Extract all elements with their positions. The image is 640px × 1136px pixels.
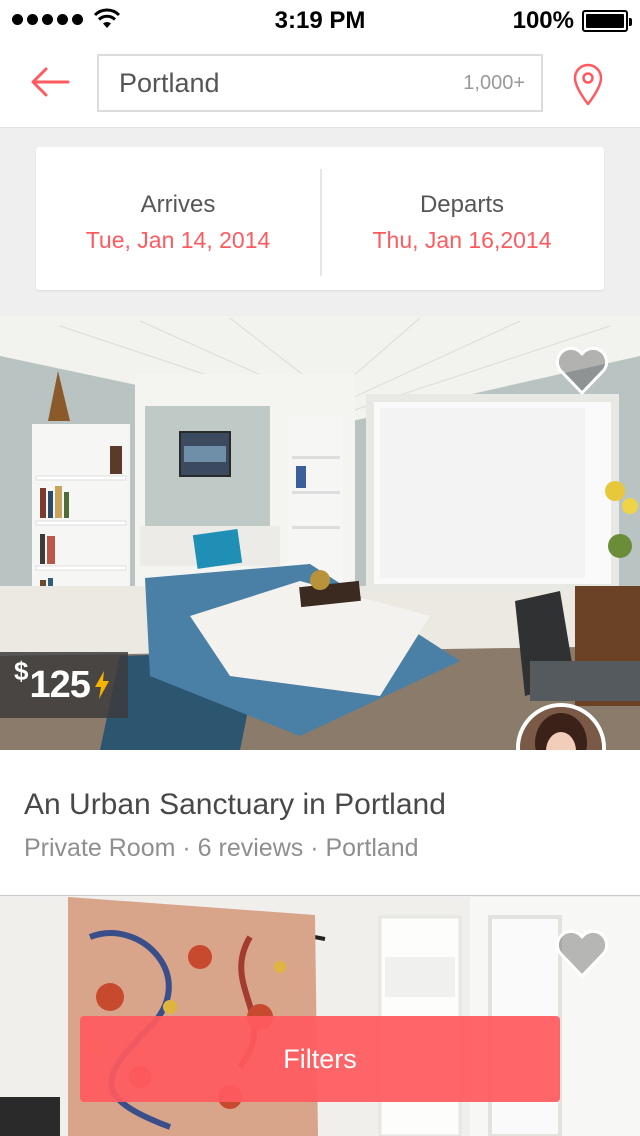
search-box[interactable]: 1,000+	[97, 54, 543, 112]
dates-card: Arrives Tue, Jan 14, 2014 Departs Thu, J…	[36, 147, 604, 290]
listing-title[interactable]: An Urban Sanctuary in Portland	[24, 788, 446, 822]
departs-label: Departs	[419, 191, 505, 218]
price-value: 125	[29, 663, 90, 706]
price-tag: $125	[0, 652, 128, 718]
currency-symbol: $	[14, 655, 29, 686]
battery-percent: 100%	[512, 7, 574, 34]
listing-meta: Private Room · 6 reviews · Portland	[24, 834, 419, 862]
status-bar: 3:19 PM 100%	[0, 0, 640, 40]
departs-value: Thu, Jan 16,2014	[372, 227, 552, 253]
battery-icon	[582, 10, 632, 32]
departs-date-picker[interactable]: Departs Thu, Jan 16,2014	[320, 147, 604, 290]
map-pin-icon[interactable]	[572, 62, 604, 106]
arrives-label: Arrives	[140, 191, 216, 218]
arrives-value: Tue, Jan 14, 2014	[85, 227, 271, 253]
filters-button[interactable]: Filters	[80, 1016, 560, 1102]
listing-info[interactable]: An Urban Sanctuary in Portland Private R…	[0, 750, 640, 896]
status-right: 100%	[512, 7, 632, 35]
search-header: 1,000+	[0, 40, 640, 128]
lightning-bolt-icon	[94, 671, 109, 699]
heart-icon[interactable]	[554, 929, 610, 979]
search-input[interactable]	[119, 56, 439, 110]
arrives-date-picker[interactable]: Arrives Tue, Jan 14, 2014	[36, 147, 320, 290]
heart-icon[interactable]	[554, 346, 610, 396]
back-arrow-icon[interactable]	[28, 62, 72, 102]
search-result-count: 1,000+	[463, 72, 525, 94]
price-amount: $125	[14, 656, 91, 707]
